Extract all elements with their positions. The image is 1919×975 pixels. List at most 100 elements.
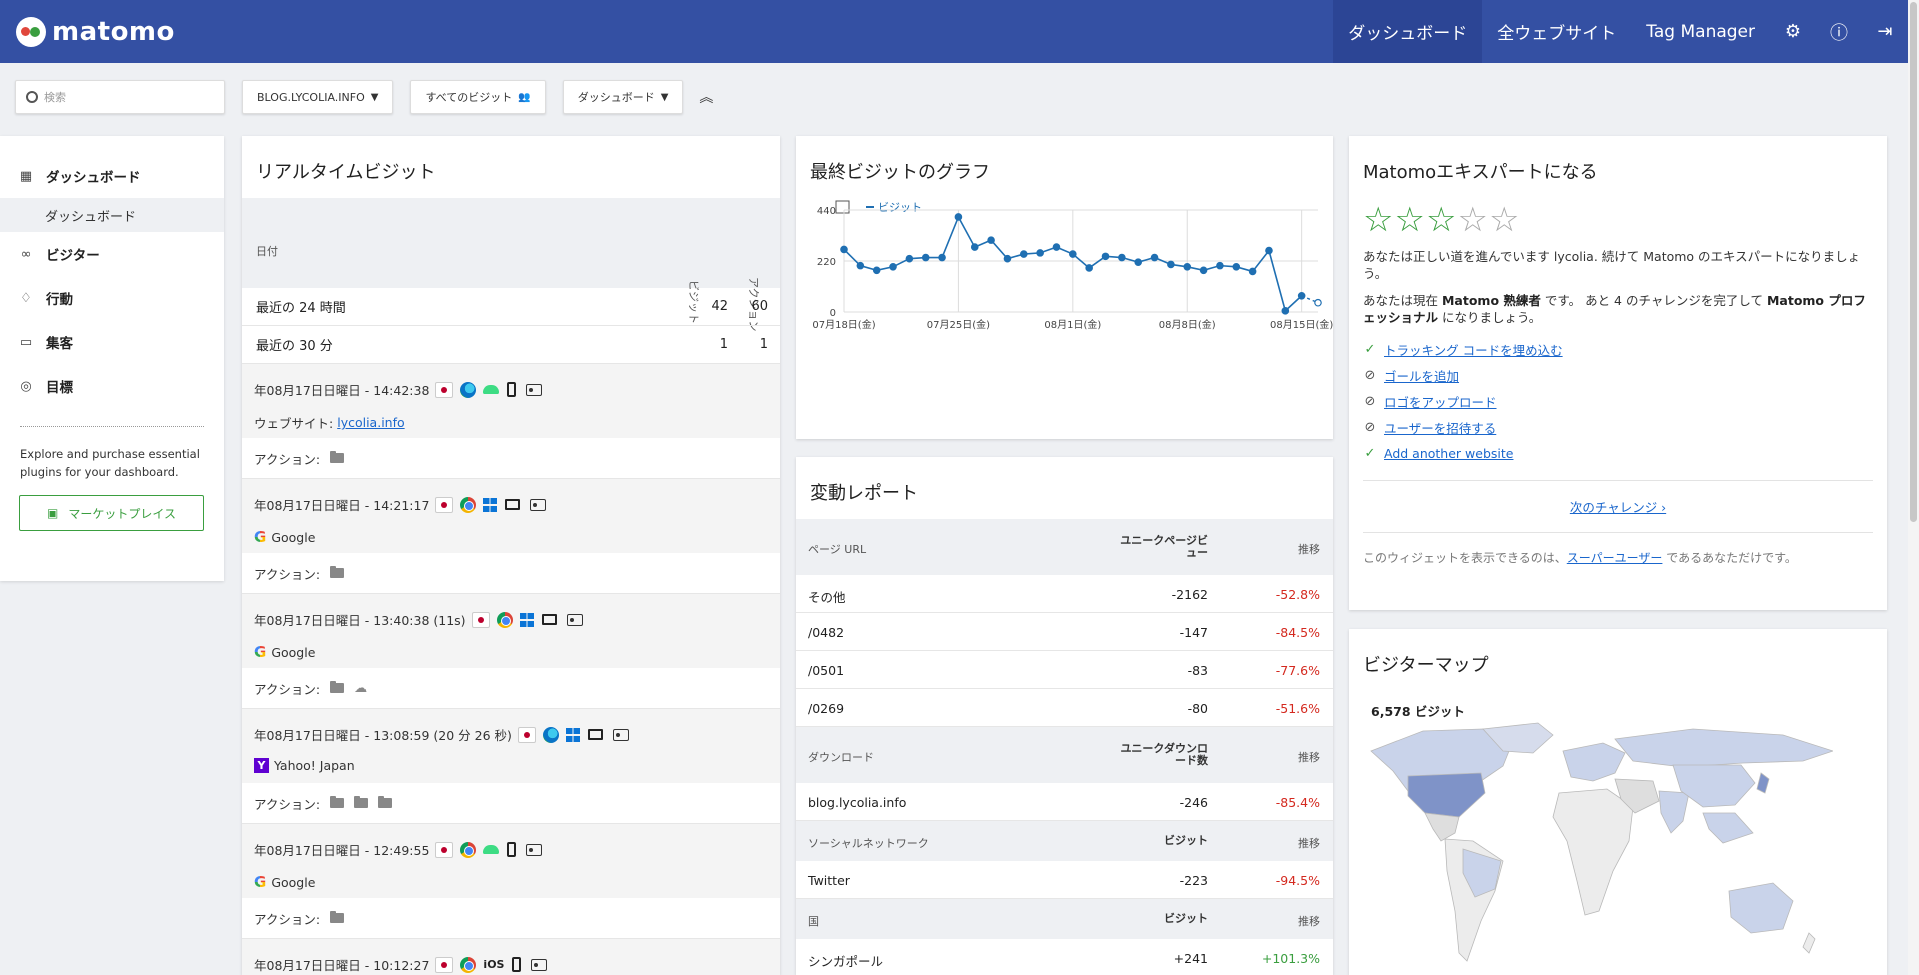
data-point — [921, 253, 930, 262]
header-metric: ビジット — [1164, 834, 1208, 847]
table-row[interactable]: /0482 -147 -84.5% — [796, 613, 1333, 651]
visitor-profile-icon[interactable] — [612, 728, 629, 741]
marketplace-button[interactable]: ▣ マーケットプレイス — [19, 495, 204, 531]
segment-selector[interactable]: すべてのビジット 👥 — [410, 80, 546, 114]
map-region-india — [1658, 790, 1690, 834]
visit-entry[interactable]: 年08月17日日曜日 - 13:40:38 (11s) G Google アクショ… — [242, 594, 780, 709]
chrome-icon — [460, 956, 477, 973]
windows-icon — [565, 727, 580, 742]
android-icon — [483, 845, 500, 854]
logout-icon[interactable]: ⇥ — [1862, 0, 1908, 63]
folder-icon[interactable] — [330, 796, 345, 808]
table-row[interactable]: Twitter -223 -94.5% — [796, 861, 1333, 899]
data-point — [840, 245, 848, 254]
current-level: Matomo 熟練者 — [1441, 293, 1541, 308]
y-tick-label: 0 — [830, 308, 836, 319]
sidebar-item-behavior[interactable]: ♢ 行動 — [0, 276, 224, 320]
visitor-profile-icon[interactable] — [531, 958, 548, 971]
next-challenges-link[interactable]: 次のチャレンジ › — [1349, 497, 1887, 516]
world-map[interactable] — [1363, 721, 1833, 975]
visit-entry[interactable]: 年08月17日日曜日 - 14:21:17 G Google アクション: — [242, 479, 780, 594]
sidebar-item-visitors[interactable]: ∞ ビジター — [0, 232, 224, 276]
sidebar-item-acquisition[interactable]: ▭ 集客 — [0, 320, 224, 364]
folder-icon[interactable] — [330, 451, 345, 463]
row-label: その他 — [808, 590, 846, 605]
check-icon: ✓ — [1364, 341, 1376, 357]
visit-entry[interactable]: 年08月17日日曜日 - 12:49:55 G Google アクション: — [242, 824, 780, 939]
visit-time: 年08月17日日曜日 - 12:49:55 — [254, 843, 430, 858]
row-label: シンガポール — [808, 954, 884, 969]
star-empty-icon: ☆ — [1488, 200, 1520, 240]
visits-line-chart[interactable]: ビジット 0 220 440 07月18日(金) 07月25日(金) 08月1日(金) 08月… — [796, 196, 1333, 436]
visit-entry[interactable]: 年08月17日日曜日 - 10:12:27 iOS — [242, 939, 780, 975]
data-point — [1314, 298, 1322, 307]
challenge-link[interactable]: ロゴをアップロード — [1384, 392, 1497, 411]
eye-slash-icon[interactable]: ⊘ — [1363, 394, 1377, 409]
challenge-link[interactable]: トラッキング コードを埋め込む — [1384, 340, 1563, 359]
eye-slash-icon[interactable]: ⊘ — [1363, 368, 1377, 383]
star-filled-icon: ☆ — [1425, 200, 1457, 240]
visit-entry[interactable]: 年08月17日日曜日 - 13:08:59 (20 分 26 秒) Y Yahoo… — [242, 709, 780, 824]
nav-all-websites[interactable]: 全ウェブサイト — [1482, 0, 1631, 63]
chevron-down-icon: ▼ — [370, 91, 379, 103]
folder-icon[interactable] — [330, 681, 345, 693]
visitor-profile-icon[interactable] — [566, 613, 583, 626]
table-row[interactable]: blog.lycolia.info -246 -85.4% — [796, 783, 1333, 821]
challenge-link[interactable]: ゴールを追加 — [1384, 366, 1459, 385]
collapse-icon[interactable]: ︽ — [699, 87, 713, 107]
superuser-link[interactable]: スーパーユーザー — [1567, 551, 1663, 565]
vertical-scrollbar[interactable] — [1908, 0, 1919, 975]
visit-source: Google — [271, 644, 316, 660]
visit-entry[interactable]: 年08月17日日曜日 - 14:42:38 ウェブサイト: lycolia.inf… — [242, 364, 780, 479]
search-input[interactable]: 検索 — [15, 80, 225, 114]
row-visits: 1 — [719, 337, 728, 352]
footer-text: このウィジェットを表示できるのは、 — [1363, 551, 1567, 565]
matomo-logo[interactable]: matomo — [16, 16, 175, 47]
gear-icon[interactable]: ⚙ — [1770, 0, 1816, 63]
sidebar-item-goals[interactable]: ◎ 目標 — [0, 364, 224, 408]
scrollbar-thumb[interactable] — [1910, 2, 1917, 522]
visitor-profile-icon[interactable] — [526, 843, 543, 856]
sidebar-item-label: 行動 — [46, 292, 73, 308]
star-empty-icon: ☆ — [1457, 200, 1488, 240]
visit-source-link[interactable]: lycolia.info — [337, 415, 404, 430]
android-icon — [483, 385, 500, 394]
challenge-link[interactable]: ユーザーを招待する — [1384, 418, 1496, 437]
row-change: +101.3% — [1261, 951, 1320, 966]
map-region-russia — [1614, 728, 1833, 768]
data-point — [1118, 253, 1126, 262]
table-row[interactable]: /0269 -80 -51.6% — [796, 689, 1333, 727]
sidebar-subitem-dashboard[interactable]: ダッシュボード — [0, 198, 224, 232]
section-header: 国 ビジット 推移 — [796, 899, 1333, 939]
site-selector[interactable]: BLOG.LYCOLIA.INFO ▼ — [242, 80, 394, 114]
cart-icon: ▣ — [47, 506, 59, 520]
table-row[interactable]: シンガポール +241 +101.3% — [796, 939, 1333, 975]
japan-flag-icon — [435, 496, 454, 513]
table-row[interactable]: /0501 -83 -77.6% — [796, 651, 1333, 689]
folder-icon[interactable] — [330, 566, 345, 578]
desktop-icon — [587, 729, 603, 740]
row-label: /0482 — [808, 625, 845, 640]
smartphone-icon — [507, 382, 517, 397]
divider — [1363, 480, 1873, 481]
nav-dashboard[interactable]: ダッシュボード — [1333, 0, 1483, 63]
row-value: -80 — [1187, 701, 1208, 716]
x-tick-label: 08月1日(金) — [1044, 318, 1101, 331]
folder-icon[interactable] — [354, 796, 369, 808]
visitor-profile-icon[interactable] — [526, 383, 543, 396]
challenge-link[interactable]: Add another website — [1384, 446, 1513, 461]
eye-slash-icon[interactable]: ⊘ — [1363, 420, 1377, 435]
table-row[interactable]: その他 -2162 -52.8% — [796, 575, 1333, 613]
folder-icon[interactable] — [378, 796, 393, 808]
folder-icon[interactable] — [330, 911, 345, 923]
dashboard-selector[interactable]: ダッシュボード ▼ — [562, 80, 684, 114]
download-icon[interactable]: ☁ — [354, 681, 367, 696]
row-label: Twitter — [808, 873, 850, 888]
nav-tag-manager[interactable]: Tag Manager — [1631, 0, 1770, 63]
chart-type-icon — [835, 200, 850, 214]
info-icon[interactable]: ⓘ — [1816, 0, 1862, 63]
visits-graph-widget: 最終ビジットのグラフ ビジット 0 220 440 07月18日(金) 07月25日(金)… — [796, 136, 1333, 439]
sidebar-item-dashboard[interactable]: ▦ ダッシュボード — [0, 154, 224, 198]
visitor-profile-icon[interactable] — [530, 498, 547, 511]
top-bar: matomo ダッシュボード 全ウェブサイト Tag Manager ⚙ ⓘ ⇥ — [0, 0, 1908, 63]
